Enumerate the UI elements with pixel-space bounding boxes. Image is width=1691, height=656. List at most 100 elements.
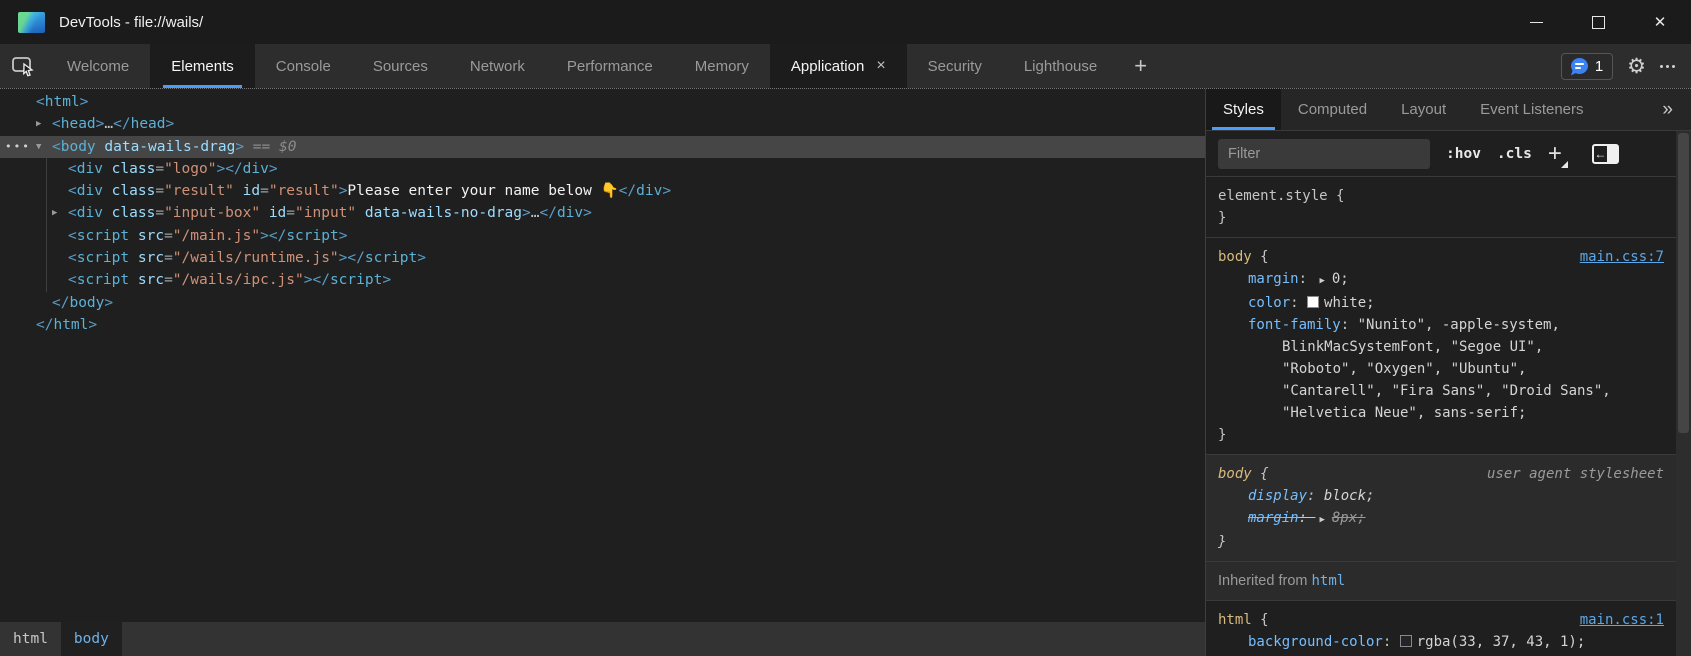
tab-memory[interactable]: Memory: [674, 44, 770, 88]
property-value: block;: [1324, 488, 1375, 504]
breadcrumb-item-body[interactable]: body: [61, 622, 122, 656]
breadcrumb-item-html[interactable]: html: [0, 622, 61, 656]
styles-scrollbar[interactable]: [1676, 131, 1691, 656]
node-menu-dots-icon[interactable]: •••: [5, 136, 31, 158]
expand-shorthand-icon[interactable]: ▶: [1319, 515, 1324, 525]
dom-tree-row[interactable]: •••▼<body data-wails-drag> == $0: [0, 136, 1205, 158]
new-style-rule-button[interactable]: +: [1548, 142, 1568, 166]
property-value-wrap: "Helvetica Neue", sans-serif;: [1218, 402, 1676, 424]
inherited-node-link[interactable]: html: [1312, 573, 1346, 589]
stylesheet-link[interactable]: main.css:1: [1580, 609, 1664, 631]
property-value: rgba(33, 37, 43, 1);: [1417, 634, 1586, 650]
attribute-name-token: class: [112, 161, 156, 177]
inspect-cursor-icon: [11, 55, 35, 77]
dom-tree-row[interactable]: <script src="/main.js"></script>: [0, 225, 1205, 247]
tag-name-token: html: [53, 317, 88, 333]
text-token: [103, 205, 112, 221]
window-title: DevTools - file://wails/: [59, 14, 203, 31]
styles-tab-event-listeners[interactable]: Event Listeners: [1463, 89, 1600, 130]
styles-filter-input[interactable]: [1218, 139, 1430, 169]
dom-tree-row[interactable]: ▶<head>…</head>: [0, 113, 1205, 135]
css-property[interactable]: margin: ▶8px;: [1218, 507, 1676, 531]
attribute-name-token: src: [138, 272, 164, 288]
punctuation-token: <: [52, 116, 61, 132]
tab-sources[interactable]: Sources: [352, 44, 449, 88]
dom-tree-row[interactable]: <div class="logo"></div>: [0, 158, 1205, 180]
dom-tree-row[interactable]: </html>: [0, 314, 1205, 336]
css-property[interactable]: color: white;: [1218, 292, 1676, 314]
color-swatch[interactable]: [1400, 635, 1412, 647]
tab-application[interactable]: Application×: [770, 44, 907, 88]
punctuation-token: >: [88, 317, 97, 333]
punctuation-token: </: [619, 183, 636, 199]
open-brace: {: [1252, 466, 1269, 482]
tab-elements[interactable]: Elements: [150, 44, 255, 88]
dom-tree-row[interactable]: <div class="result" id="result">Please e…: [0, 180, 1205, 202]
more-sidebar-tabs-icon[interactable]: »: [1644, 89, 1691, 130]
tab-console[interactable]: Console: [255, 44, 352, 88]
rule-selector[interactable]: element.style: [1218, 188, 1328, 204]
tab-performance[interactable]: Performance: [546, 44, 674, 88]
css-property[interactable]: background-color: rgba(33, 37, 43, 1);: [1218, 631, 1676, 653]
minimize-button[interactable]: [1505, 0, 1567, 44]
tag-name-token: div: [77, 183, 103, 199]
close-icon: ✕: [1654, 15, 1667, 30]
expand-shorthand-icon[interactable]: ▶: [1319, 276, 1324, 286]
dom-tree: <html>▶<head>…</head>•••▼<body data-wail…: [0, 89, 1205, 622]
computed-sidebar-toggle-icon[interactable]: ←: [1592, 144, 1619, 164]
tab-security[interactable]: Security: [907, 44, 1003, 88]
equals-token: =: [164, 272, 173, 288]
style-rule: body {user agent stylesheetdisplay: bloc…: [1206, 455, 1676, 562]
more-options-icon[interactable]: [1660, 65, 1675, 68]
attribute-name-token: data-wails-no-drag: [365, 205, 522, 221]
devtools-app-icon: [18, 12, 45, 33]
property-name: margin: [1248, 510, 1299, 526]
text-token: Please enter your name below 👇: [347, 183, 618, 199]
styles-tab-computed[interactable]: Computed: [1281, 89, 1384, 130]
collapse-arrow-icon[interactable]: ▼: [36, 136, 41, 158]
punctuation-token: </: [539, 205, 556, 221]
expand-arrow-icon[interactable]: ▶: [36, 113, 41, 135]
tab-label: Elements: [171, 58, 234, 75]
punctuation-token: <: [68, 228, 77, 244]
css-property[interactable]: font-family: "Nunito", -apple-system,: [1218, 314, 1676, 336]
dom-tree-row[interactable]: <script src="/wails/runtime.js"></script…: [0, 247, 1205, 269]
dom-tree-row[interactable]: </body>: [0, 292, 1205, 314]
attribute-value-token: "result": [269, 183, 339, 199]
dom-tree-row[interactable]: <script src="/wails/ipc.js"></script>: [0, 269, 1205, 291]
css-property[interactable]: margin: ▶0;: [1218, 268, 1676, 292]
more-tabs-button[interactable]: +: [1118, 44, 1163, 88]
maximize-button[interactable]: [1567, 0, 1629, 44]
toggle-element-classes-button[interactable]: .cls: [1497, 146, 1532, 162]
css-property[interactable]: display: block;: [1218, 485, 1676, 507]
styles-tab-styles[interactable]: Styles: [1206, 89, 1281, 130]
tab-lighthouse[interactable]: Lighthouse: [1003, 44, 1118, 88]
attribute-value-token: "/main.js": [173, 228, 260, 244]
equals-token: =: [155, 183, 164, 199]
stylesheet-link[interactable]: main.css:7: [1580, 246, 1664, 268]
rule-selector[interactable]: html: [1218, 612, 1252, 628]
styles-tab-layout[interactable]: Layout: [1384, 89, 1463, 130]
rule-selector[interactable]: body: [1218, 249, 1252, 265]
tag-name-token: script: [77, 272, 129, 288]
close-button[interactable]: ✕: [1629, 0, 1691, 44]
rule-selector[interactable]: body: [1218, 466, 1252, 482]
dom-breadcrumb: htmlbody: [0, 622, 1205, 656]
scrollbar-thumb[interactable]: [1678, 133, 1689, 433]
tab-network[interactable]: Network: [449, 44, 546, 88]
tab-welcome[interactable]: Welcome: [46, 44, 150, 88]
dom-tree-row[interactable]: ▶<div class="input-box" id="input" data-…: [0, 202, 1205, 224]
selected-node-marker: == $0: [244, 139, 296, 155]
color-swatch[interactable]: [1307, 296, 1319, 308]
issues-counter-button[interactable]: 1: [1561, 53, 1613, 80]
tag-name-token: script: [77, 250, 129, 266]
tag-name-token: div: [557, 205, 583, 221]
punctuation-token: <: [52, 139, 61, 155]
toggle-pseudo-state-button[interactable]: :hov: [1446, 146, 1481, 162]
tab-close-icon[interactable]: ×: [876, 58, 885, 74]
expand-arrow-icon[interactable]: ▶: [52, 202, 57, 224]
inspect-element-button[interactable]: [0, 44, 46, 88]
settings-gear-icon[interactable]: ⚙: [1627, 54, 1646, 78]
punctuation-token: >: [80, 94, 89, 110]
dom-tree-row[interactable]: <html>: [0, 91, 1205, 113]
